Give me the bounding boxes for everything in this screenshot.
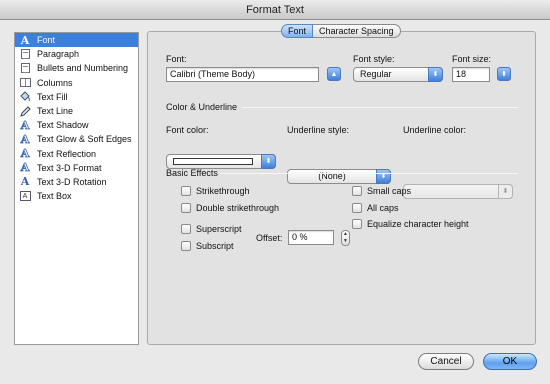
font-name-field[interactable]: Calibri (Theme Body) bbox=[166, 67, 319, 82]
equalize-height-checkbox[interactable]: Equalize character height bbox=[352, 219, 469, 229]
checkbox-box bbox=[352, 186, 362, 196]
underline-color-popup[interactable]: ⬍ bbox=[403, 184, 513, 199]
glow-a-icon: A bbox=[20, 132, 30, 146]
updown-arrows-icon: ⬍ bbox=[501, 70, 507, 78]
sidebar-item-text-reflection[interactable]: A Text Reflection bbox=[15, 147, 138, 161]
font-size-label: Font size: bbox=[452, 54, 492, 64]
font-style-popup[interactable]: Regular ⬍ bbox=[353, 67, 443, 82]
sidebar-item-text-shadow[interactable]: A Text Shadow bbox=[15, 118, 138, 132]
sidebar-item-label: Text 3-D Rotation bbox=[37, 176, 107, 187]
tab-bar: Font Character Spacing bbox=[281, 24, 401, 38]
checkbox-box bbox=[181, 186, 191, 196]
checkbox-label: Double strikethrough bbox=[196, 203, 280, 213]
font-color-label: Font color: bbox=[166, 125, 209, 135]
sidebar-item-text-line[interactable]: Text Line bbox=[15, 104, 138, 118]
checkbox-label: Small caps bbox=[367, 186, 412, 196]
tab-character-spacing[interactable]: Character Spacing bbox=[313, 24, 401, 38]
offset-label: Offset: bbox=[256, 233, 283, 243]
underline-style-label: Underline style: bbox=[287, 125, 350, 135]
reflection-a-icon: A bbox=[20, 147, 30, 161]
sidebar-item-label: Text Glow & Soft Edges bbox=[37, 134, 132, 145]
chevron-updown-icon: ⬍ bbox=[376, 169, 391, 184]
subscript-checkbox[interactable]: Subscript bbox=[181, 241, 234, 251]
chevron-updown-icon: ⬍ bbox=[261, 154, 276, 169]
font-size-field[interactable]: 18 bbox=[452, 67, 490, 82]
sidebar-item-text-3d-rotation[interactable]: A Text 3-D Rotation bbox=[15, 175, 138, 189]
section-divider bbox=[220, 173, 518, 174]
basic-effects-heading: Basic Effects bbox=[166, 168, 218, 178]
bullets-icon bbox=[19, 63, 31, 74]
sidebar-item-font[interactable]: A Font bbox=[15, 33, 138, 48]
checkbox-label: All caps bbox=[367, 203, 399, 213]
sidebar-item-label: Text Box bbox=[37, 191, 72, 202]
sidebar-item-label: Text 3-D Format bbox=[37, 162, 102, 173]
superscript-checkbox[interactable]: Superscript bbox=[181, 224, 242, 234]
window-title: Format Text bbox=[0, 0, 550, 20]
updown-arrows-icon: ▲ ▼ bbox=[343, 231, 348, 244]
sidebar-item-text-glow[interactable]: A Text Glow & Soft Edges bbox=[15, 132, 138, 146]
sidebar-item-label: Columns bbox=[37, 77, 73, 88]
sidebar-item-text-fill[interactable]: Text Fill bbox=[15, 90, 138, 104]
checkbox-label: Subscript bbox=[196, 241, 234, 251]
sidebar-item-label: Font bbox=[37, 35, 56, 46]
3d-format-a-icon: A bbox=[20, 161, 30, 175]
font-label: Font: bbox=[166, 54, 187, 64]
color-swatch bbox=[173, 158, 253, 165]
category-sidebar: A Font Paragraph Bullets and Numbering C… bbox=[14, 32, 139, 345]
chevron-updown-icon: ⬍ bbox=[428, 67, 443, 82]
paint-bucket-icon bbox=[19, 91, 31, 102]
updown-arrows-icon: ▲ bbox=[330, 70, 338, 78]
tab-font[interactable]: Font bbox=[281, 24, 314, 38]
shadow-a-icon: A bbox=[20, 118, 30, 132]
double-strikethrough-checkbox[interactable]: Double strikethrough bbox=[181, 203, 279, 213]
pen-icon bbox=[19, 105, 31, 117]
sidebar-item-label: Text Line bbox=[37, 106, 74, 117]
underline-style-popup[interactable]: (None) ⬍ bbox=[287, 169, 391, 184]
underline-color-label: Underline color: bbox=[403, 125, 467, 135]
sidebar-item-bullets[interactable]: Bullets and Numbering bbox=[15, 61, 138, 75]
cancel-button[interactable]: Cancel bbox=[418, 353, 474, 370]
ok-button[interactable]: OK bbox=[483, 353, 537, 370]
sidebar-item-label: Text Fill bbox=[37, 91, 68, 102]
font-style-label: Font style: bbox=[353, 54, 395, 64]
color-underline-heading: Color & Underline bbox=[166, 102, 238, 112]
checkbox-box bbox=[181, 203, 191, 213]
sidebar-item-text-box[interactable]: A Text Box bbox=[15, 189, 138, 203]
font-style-value: Regular bbox=[360, 69, 392, 79]
sidebar-item-label: Paragraph bbox=[37, 49, 80, 60]
checkbox-box bbox=[352, 219, 362, 229]
checkbox-box bbox=[181, 241, 191, 251]
sidebar-item-text-3d-format[interactable]: A Text 3-D Format bbox=[15, 161, 138, 175]
sidebar-item-columns[interactable]: Columns bbox=[15, 76, 138, 90]
sidebar-item-label: Text Shadow bbox=[37, 120, 89, 131]
section-divider bbox=[242, 107, 518, 108]
format-text-dialog: Format Text A Font Paragraph Bullets and… bbox=[0, 0, 550, 384]
sidebar-item-paragraph[interactable]: Paragraph bbox=[15, 47, 138, 61]
font-a-icon: A bbox=[20, 33, 30, 47]
offset-field[interactable]: 0 % bbox=[288, 230, 334, 245]
3d-rotation-icon: A bbox=[20, 175, 30, 189]
small-caps-checkbox[interactable]: Small caps bbox=[352, 186, 411, 196]
paragraph-icon bbox=[19, 49, 31, 60]
checkbox-label: Superscript bbox=[196, 224, 242, 234]
chevron-updown-icon: ⬍ bbox=[498, 184, 513, 199]
sidebar-item-label: Text Reflection bbox=[37, 148, 97, 159]
checkbox-box bbox=[352, 203, 362, 213]
offset-stepper[interactable]: ▲ ▼ bbox=[341, 230, 350, 246]
strikethrough-checkbox[interactable]: Strikethrough bbox=[181, 186, 250, 196]
checkbox-label: Strikethrough bbox=[196, 186, 250, 196]
font-color-popup[interactable]: ⬍ bbox=[166, 154, 276, 169]
checkbox-box bbox=[181, 224, 191, 234]
checkbox-label: Equalize character height bbox=[367, 219, 469, 229]
columns-icon bbox=[19, 77, 31, 88]
font-size-stepper[interactable]: ⬍ bbox=[497, 67, 511, 81]
sidebar-item-label: Bullets and Numbering bbox=[37, 63, 129, 74]
all-caps-checkbox[interactable]: All caps bbox=[352, 203, 399, 213]
font-list-button[interactable]: ▲ bbox=[327, 67, 341, 81]
text-box-icon: A bbox=[19, 191, 31, 202]
